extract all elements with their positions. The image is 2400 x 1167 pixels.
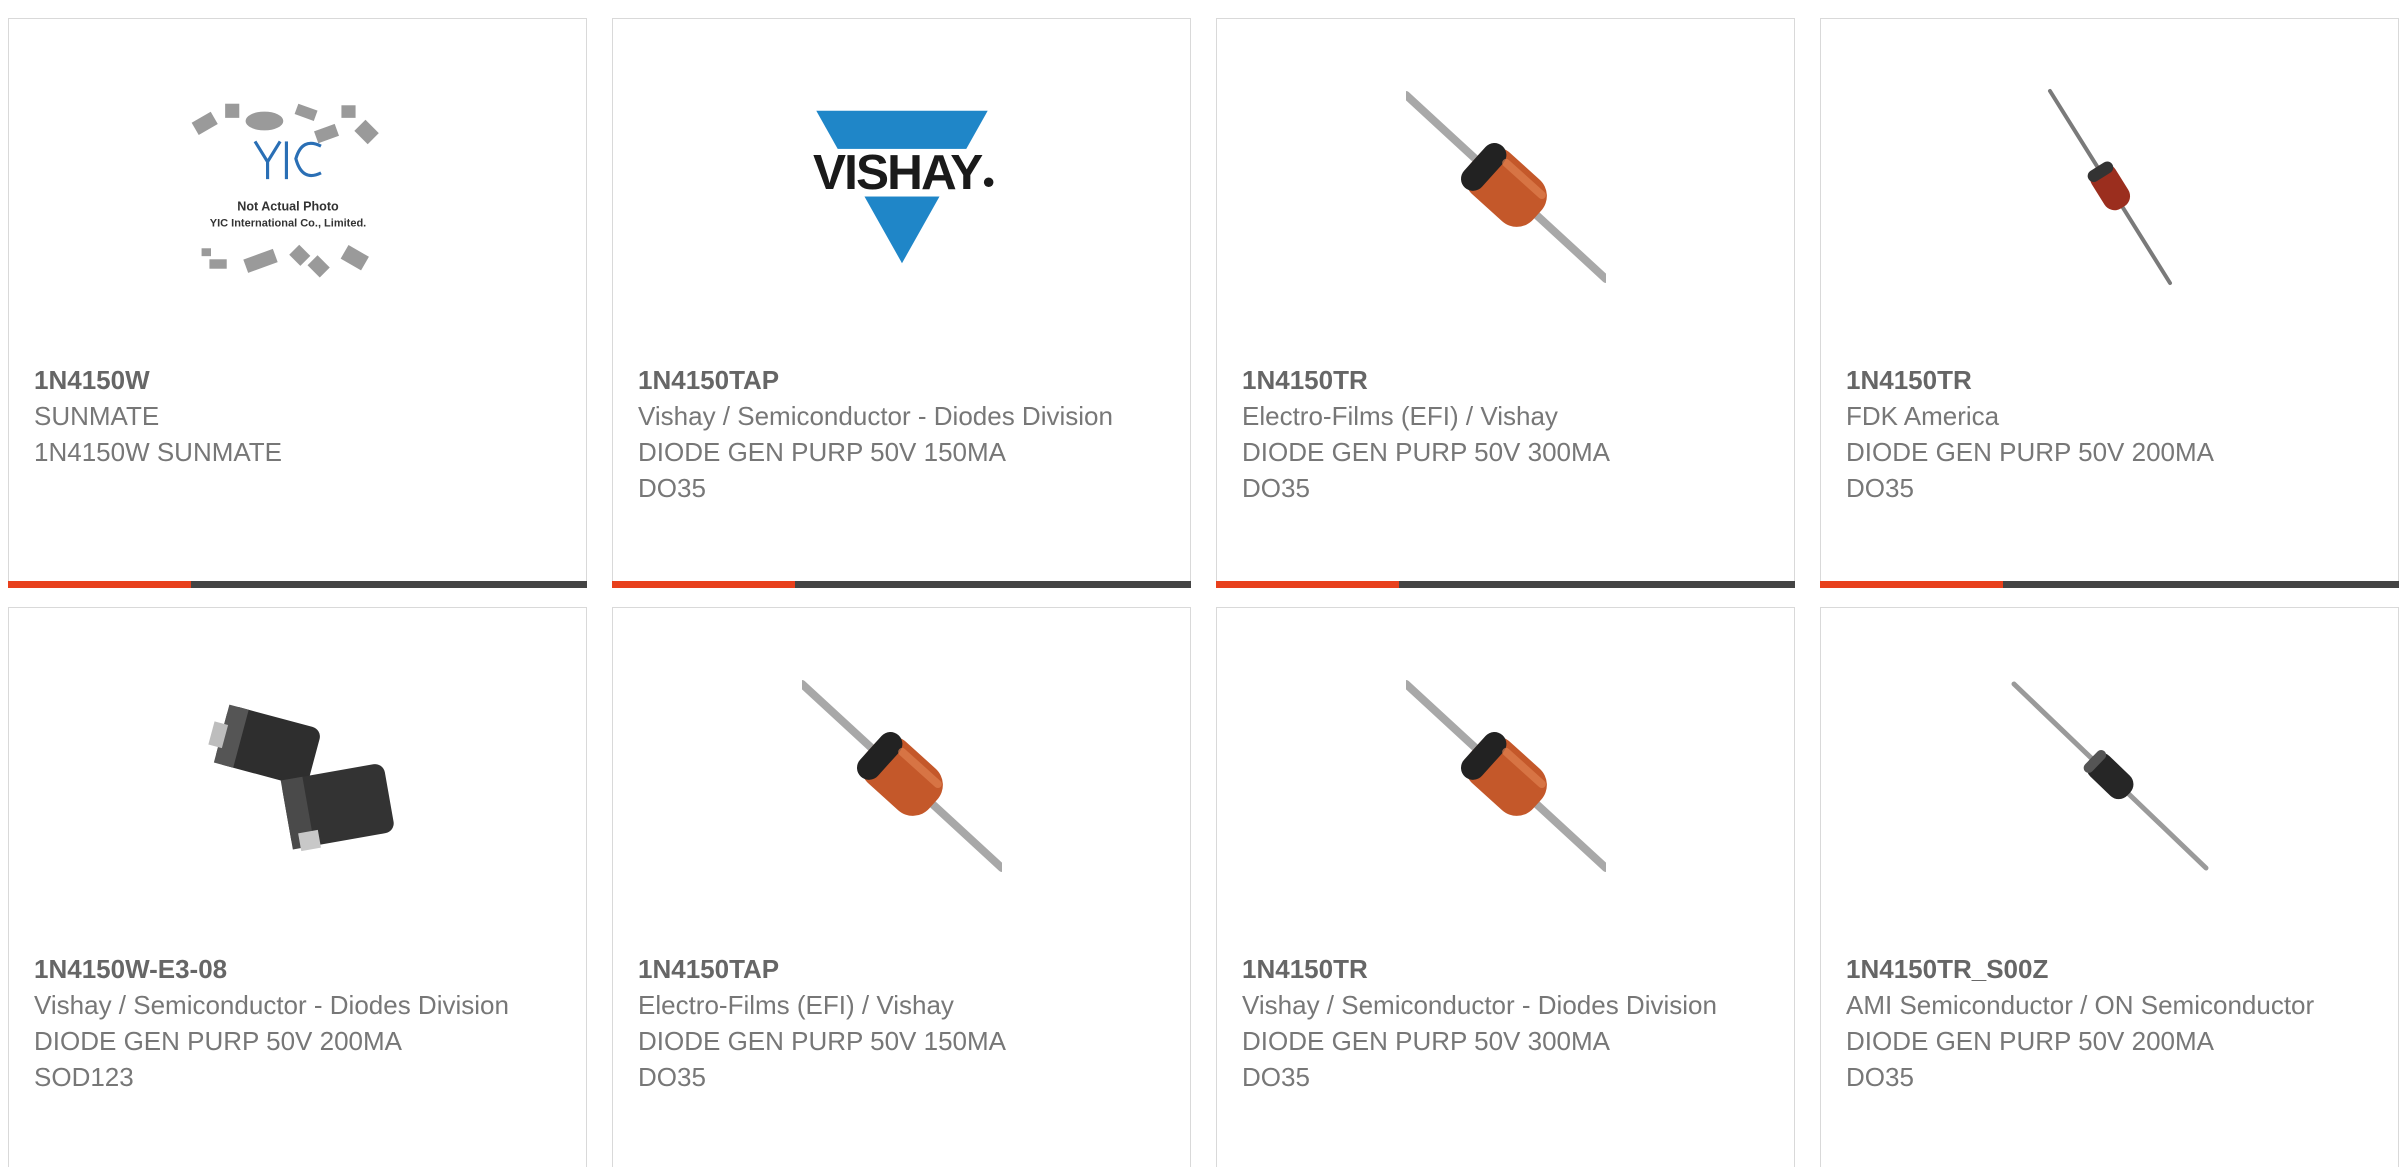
description: DIODE GEN PURP 50V 300MA (1242, 1026, 1610, 1056)
description: DIODE GEN PURP 50V 200MA (1846, 1026, 2214, 1056)
product-image[interactable] (1406, 676, 1606, 876)
product-card[interactable]: 1N4150TR Vishay / Semiconductor - Diodes… (1216, 607, 1795, 1167)
product-card[interactable]: 1N4150TR Electro-Films (EFI) / Vishay DI… (1216, 18, 1795, 588)
small-red-diode-icon (2048, 89, 2172, 285)
orange-diode-icon (802, 680, 1002, 872)
product-image[interactable]: VISHAY (802, 87, 1002, 287)
part-number-link[interactable]: 1N4150TR (1846, 362, 2338, 398)
manufacturer: SUNMATE (34, 401, 160, 431)
part-number-link[interactable]: 1N4150TR (1242, 951, 1734, 987)
manufacturer: AMI Semiconductor / ON Semiconductor (1846, 990, 2315, 1020)
manufacturer: Vishay / Semiconductor - Diodes Division (34, 990, 509, 1020)
product-image[interactable] (802, 676, 1002, 876)
description: DIODE GEN PURP 50V 150MA (638, 1026, 1006, 1056)
manufacturer: Vishay / Semiconductor - Diodes Division (1242, 990, 1717, 1020)
product-grid: Not Actual Photo YIC International Co., … (0, 0, 2400, 1167)
svg-text:VISHAY: VISHAY (813, 145, 983, 200)
package: DO35 (638, 1062, 706, 1092)
card-accent-bar (1216, 581, 1399, 588)
package: DO35 (1846, 473, 1914, 503)
description: DIODE GEN PURP 50V 300MA (1242, 437, 1610, 467)
description: 1N4150W SUNMATE (34, 437, 283, 467)
product-card[interactable]: Not Actual Photo YIC International Co., … (8, 18, 587, 588)
product-image[interactable]: Not Actual Photo YIC International Co., … (191, 87, 398, 287)
manufacturer: Electro-Films (EFI) / Vishay (638, 990, 954, 1020)
not-actual-photo-placeholder-icon: Not Actual Photo YIC International Co., … (191, 103, 379, 278)
manufacturer: FDK America (1846, 401, 2000, 431)
package: DO35 (1242, 1062, 1310, 1092)
product-image[interactable] (1406, 87, 1606, 287)
product-image[interactable] (2010, 676, 2210, 876)
card-accent-bar (1820, 581, 2003, 588)
product-card[interactable]: 1N4150TR FDK America DIODE GEN PURP 50V … (1820, 18, 2399, 588)
product-card[interactable]: VISHAY 1N4150TAP Vishay / Semiconductor … (612, 18, 1191, 588)
description: DIODE GEN PURP 50V 150MA (638, 437, 1006, 467)
package: DO35 (1242, 473, 1310, 503)
product-card[interactable]: 1N4150TR_S00Z AMI Semiconductor / ON Sem… (1820, 607, 2399, 1167)
image-caption-1: Not Actual Photo (237, 200, 339, 214)
image-caption-2: YIC International Co., Limited. (210, 217, 366, 229)
black-diode-icon (2011, 681, 2209, 871)
product-card[interactable]: 1N4150W-E3-08 Vishay / Semiconductor - D… (8, 607, 587, 1167)
part-number-link[interactable]: 1N4150TR_S00Z (1846, 951, 2338, 987)
product-image[interactable] (2010, 87, 2210, 287)
orange-diode-icon (1406, 91, 1606, 283)
package: SOD123 (34, 1062, 134, 1092)
card-accent-bar (8, 581, 191, 588)
product-image[interactable] (198, 676, 398, 876)
card-bottom-bar (612, 581, 1191, 588)
part-number-link[interactable]: 1N4150W (34, 362, 526, 398)
manufacturer: Electro-Films (EFI) / Vishay (1242, 401, 1558, 431)
part-number-link[interactable]: 1N4150TAP (638, 951, 1130, 987)
vishay-logo-icon: VISHAY (802, 110, 1002, 264)
card-bottom-bar (1216, 581, 1795, 588)
card-accent-bar (612, 581, 795, 588)
part-number-link[interactable]: 1N4150TAP (638, 362, 1130, 398)
part-number-link[interactable]: 1N4150TR (1242, 362, 1734, 398)
orange-diode-icon (1406, 680, 1606, 872)
product-card[interactable]: 1N4150TAP Electro-Films (EFI) / Vishay D… (612, 607, 1191, 1167)
package: DO35 (1846, 1062, 1914, 1092)
card-bottom-bar (8, 581, 587, 588)
description: DIODE GEN PURP 50V 200MA (34, 1026, 402, 1056)
card-bottom-bar (1820, 581, 2399, 588)
smd-diode-icon (208, 704, 394, 852)
package: DO35 (638, 473, 706, 503)
description: DIODE GEN PURP 50V 200MA (1846, 437, 2214, 467)
manufacturer: Vishay / Semiconductor - Diodes Division (638, 401, 1113, 431)
part-number-link[interactable]: 1N4150W-E3-08 (34, 951, 526, 987)
